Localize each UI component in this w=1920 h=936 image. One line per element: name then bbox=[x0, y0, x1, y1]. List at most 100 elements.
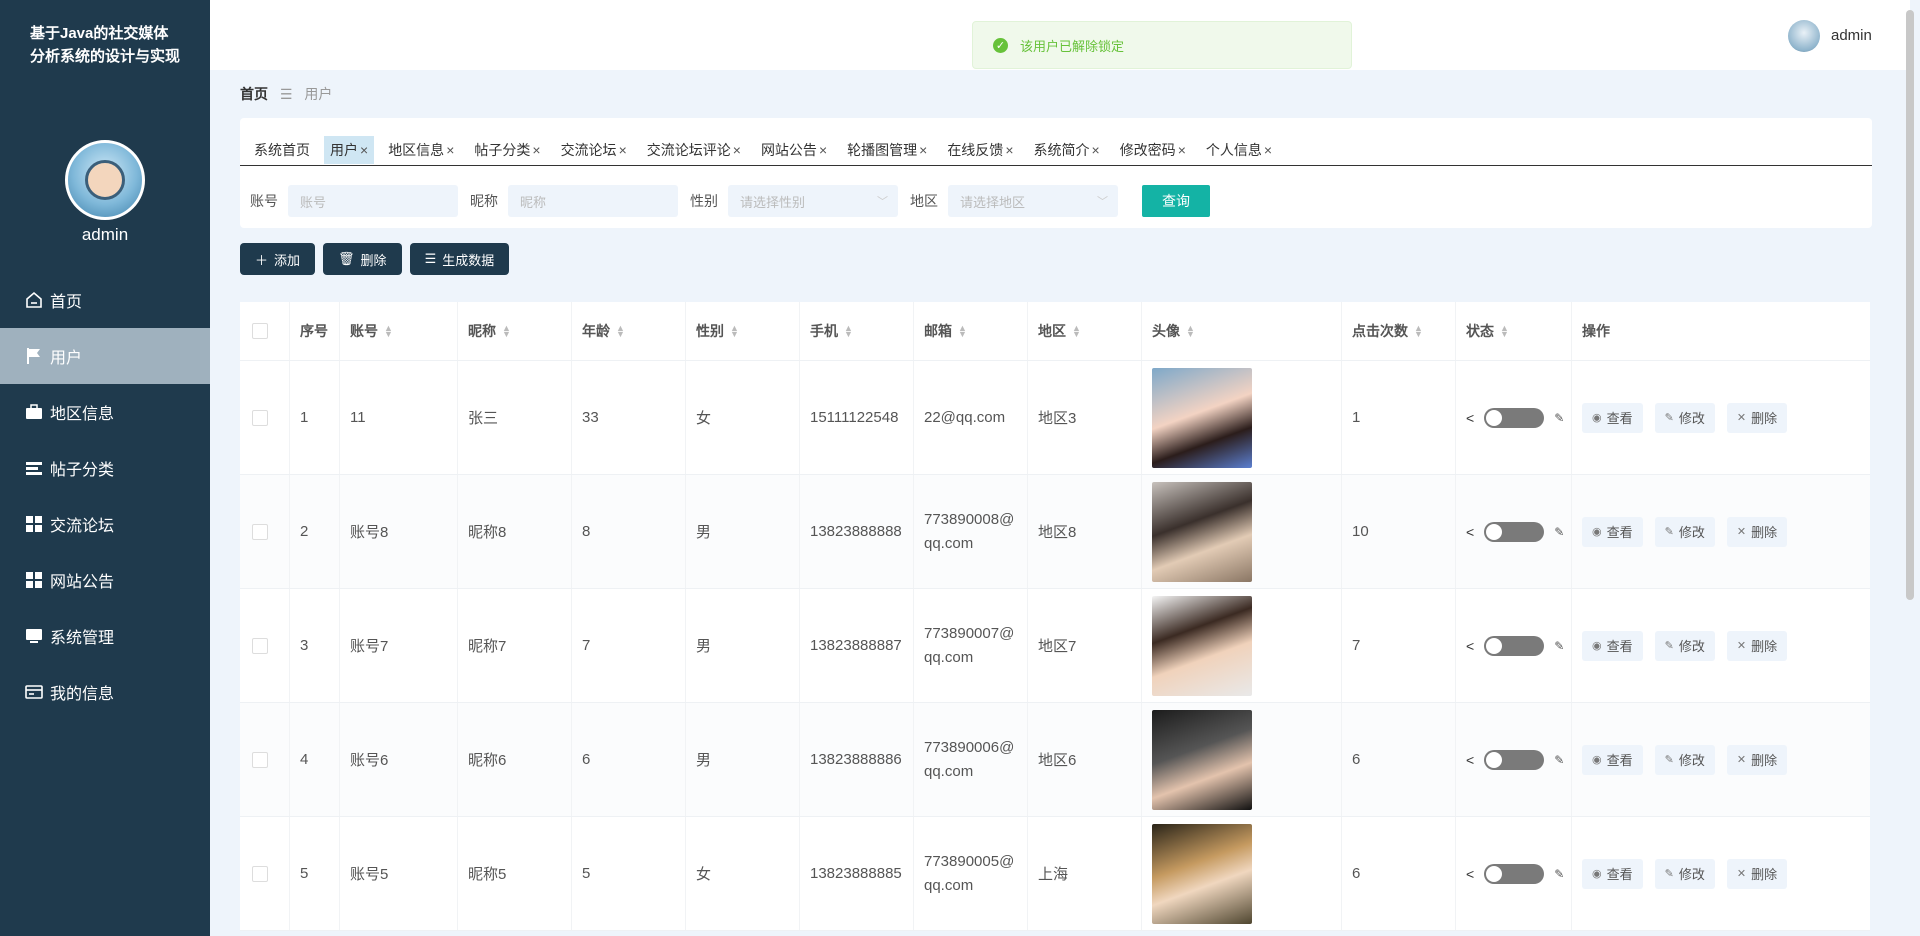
edit-button[interactable]: ✎ 修改 bbox=[1654, 516, 1715, 547]
share-icon[interactable]: < bbox=[1466, 524, 1474, 540]
col-phone[interactable]: 手机 ▲ ▼ bbox=[800, 302, 914, 360]
lock-toggle[interactable] bbox=[1484, 863, 1545, 884]
user-avatar-image[interactable] bbox=[1152, 709, 1252, 810]
close-icon[interactable]: × bbox=[1092, 142, 1100, 158]
delete-button[interactable]: 🗑 删除 bbox=[323, 243, 402, 275]
pencil-icon[interactable]: ✎ bbox=[1554, 525, 1564, 539]
pencil-icon[interactable]: ✎ bbox=[1554, 411, 1564, 425]
region-select[interactable]: 请选择地区 ﹀ bbox=[948, 185, 1118, 217]
delete-row-button[interactable]: ✕ 删除 bbox=[1726, 516, 1788, 547]
view-button[interactable]: ◉ 查看 bbox=[1582, 858, 1643, 889]
tab-forum[interactable]: 交流论坛 × bbox=[555, 136, 633, 164]
user-avatar-image[interactable] bbox=[1152, 367, 1252, 468]
col-clicks[interactable]: 点击次数 ▲ ▼ bbox=[1342, 302, 1456, 360]
select-all-checkbox[interactable] bbox=[252, 323, 268, 339]
close-icon[interactable]: × bbox=[1005, 142, 1013, 158]
col-avatar[interactable]: 头像 ▲ ▼ bbox=[1142, 302, 1342, 360]
pencil-icon[interactable]: ✎ bbox=[1554, 639, 1564, 653]
sidebar-item-users[interactable]: 用户 bbox=[0, 328, 210, 384]
col-account[interactable]: 账号 ▲ ▼ bbox=[340, 302, 458, 360]
header-username[interactable]: admin bbox=[1831, 27, 1872, 44]
tab-post-category[interactable]: 帖子分类 × bbox=[468, 136, 546, 164]
lock-toggle[interactable] bbox=[1484, 749, 1545, 770]
sidebar-item-region[interactable]: 地区信息 bbox=[0, 384, 210, 440]
user-avatar-image[interactable] bbox=[1152, 823, 1252, 924]
tab-users[interactable]: 用户 × bbox=[324, 136, 375, 164]
share-icon[interactable]: < bbox=[1466, 752, 1474, 768]
close-icon[interactable]: × bbox=[919, 142, 927, 158]
tab-carousel[interactable]: 轮播图管理 × bbox=[841, 136, 933, 164]
sidebar-item-announcement[interactable]: 网站公告 bbox=[0, 552, 210, 608]
delete-row-button[interactable]: ✕ 删除 bbox=[1726, 858, 1788, 889]
tab-region[interactable]: 地区信息 × bbox=[382, 136, 460, 164]
header-avatar[interactable] bbox=[1788, 20, 1820, 52]
lock-toggle[interactable] bbox=[1484, 407, 1545, 428]
sidebar-item-forum[interactable]: 交流论坛 bbox=[0, 496, 210, 552]
col-nickname[interactable]: 昵称 ▲ ▼ bbox=[458, 302, 572, 360]
close-icon[interactable]: × bbox=[1264, 142, 1272, 158]
tab-announcement[interactable]: 网站公告 × bbox=[755, 136, 833, 164]
edit-button[interactable]: ✎ 修改 bbox=[1654, 858, 1715, 889]
add-button[interactable]: ＋ 添加 bbox=[240, 243, 316, 275]
user-avatar-image[interactable] bbox=[1152, 595, 1252, 696]
edit-button[interactable]: ✎ 修改 bbox=[1654, 630, 1715, 661]
query-button[interactable]: 查询 bbox=[1142, 185, 1210, 217]
close-icon[interactable]: × bbox=[619, 142, 627, 158]
account-input[interactable]: 账号 bbox=[288, 185, 458, 217]
row-checkbox[interactable] bbox=[252, 865, 268, 882]
edit-button[interactable]: ✎ 修改 bbox=[1654, 402, 1715, 433]
sidebar-item-label: 帖子分类 bbox=[50, 462, 115, 479]
tab-profile[interactable]: 个人信息 × bbox=[1200, 136, 1278, 164]
row-checkbox[interactable] bbox=[252, 409, 268, 426]
close-icon[interactable]: × bbox=[1178, 142, 1186, 158]
lock-toggle[interactable] bbox=[1484, 635, 1545, 656]
gender-select[interactable]: 请选择性别 ﹀ bbox=[728, 185, 898, 217]
col-status[interactable]: 状态 ▲ ▼ bbox=[1456, 302, 1572, 360]
row-checkbox[interactable] bbox=[252, 637, 268, 654]
table-row[interactable]: 5 账号5 昵称5 5 女 13823888885 773890005@qq.c… bbox=[240, 817, 1870, 931]
view-button[interactable]: ◉ 查看 bbox=[1582, 744, 1643, 775]
row-checkbox[interactable] bbox=[252, 523, 268, 540]
tab-system-intro[interactable]: 系统简介 × bbox=[1028, 136, 1106, 164]
share-icon[interactable]: < bbox=[1466, 410, 1474, 426]
pencil-icon[interactable]: ✎ bbox=[1554, 867, 1564, 881]
close-icon[interactable]: × bbox=[733, 142, 741, 158]
tab-change-password[interactable]: 修改密码 × bbox=[1114, 136, 1192, 164]
lock-toggle[interactable] bbox=[1484, 521, 1545, 542]
user-avatar-image[interactable] bbox=[1152, 481, 1252, 582]
view-button[interactable]: ◉ 查看 bbox=[1582, 630, 1643, 661]
delete-row-button[interactable]: ✕ 删除 bbox=[1726, 630, 1788, 661]
close-icon[interactable]: × bbox=[819, 142, 827, 158]
col-region[interactable]: 地区 ▲ ▼ bbox=[1028, 302, 1142, 360]
delete-row-button[interactable]: ✕ 删除 bbox=[1726, 744, 1788, 775]
share-icon[interactable]: < bbox=[1466, 638, 1474, 654]
table-row[interactable]: 3 账号7 昵称7 7 男 13823888887 773890007@qq.c… bbox=[240, 589, 1870, 703]
col-gender[interactable]: 性别 ▲ ▼ bbox=[686, 302, 800, 360]
sidebar-item-post-category[interactable]: 帖子分类 bbox=[0, 440, 210, 496]
sidebar-item-system[interactable]: 系统管理 bbox=[0, 608, 210, 664]
close-icon[interactable]: × bbox=[360, 142, 368, 158]
edit-button[interactable]: ✎ 修改 bbox=[1654, 744, 1715, 775]
close-icon[interactable]: × bbox=[532, 142, 540, 158]
nickname-input[interactable]: 昵称 bbox=[508, 185, 678, 217]
close-icon[interactable]: × bbox=[446, 142, 454, 158]
sidebar-item-home[interactable]: 首页 bbox=[0, 272, 210, 328]
delete-row-button[interactable]: ✕ 删除 bbox=[1726, 402, 1788, 433]
scrollbar[interactable] bbox=[1906, 10, 1914, 600]
view-button[interactable]: ◉ 查看 bbox=[1582, 402, 1643, 433]
table-row[interactable]: 4 账号6 昵称6 6 男 13823888886 773890006@qq.c… bbox=[240, 703, 1870, 817]
generate-data-button[interactable]: ☰ 生成数据 bbox=[409, 243, 510, 275]
col-email[interactable]: 邮箱 ▲ ▼ bbox=[914, 302, 1028, 360]
tab-feedback[interactable]: 在线反馈 × bbox=[941, 136, 1019, 164]
tab-forum-comment[interactable]: 交流论坛评论 × bbox=[641, 136, 747, 164]
row-checkbox[interactable] bbox=[252, 751, 268, 768]
tab-system-home[interactable]: 系统首页 bbox=[248, 136, 316, 164]
sidebar-item-my-info[interactable]: 我的信息 bbox=[0, 664, 210, 720]
table-row[interactable]: 2 账号8 昵称8 8 男 13823888888 773890008@qq.c… bbox=[240, 475, 1870, 589]
share-icon[interactable]: < bbox=[1466, 866, 1474, 882]
pencil-icon[interactable]: ✎ bbox=[1554, 753, 1564, 767]
col-age[interactable]: 年龄 ▲ ▼ bbox=[572, 302, 686, 360]
table-row[interactable]: 1 11 张三 33 女 15111122548 22@qq.com 地区3 1… bbox=[240, 361, 1870, 475]
view-button[interactable]: ◉ 查看 bbox=[1582, 516, 1643, 547]
breadcrumb-home[interactable]: 首页 bbox=[240, 86, 268, 102]
